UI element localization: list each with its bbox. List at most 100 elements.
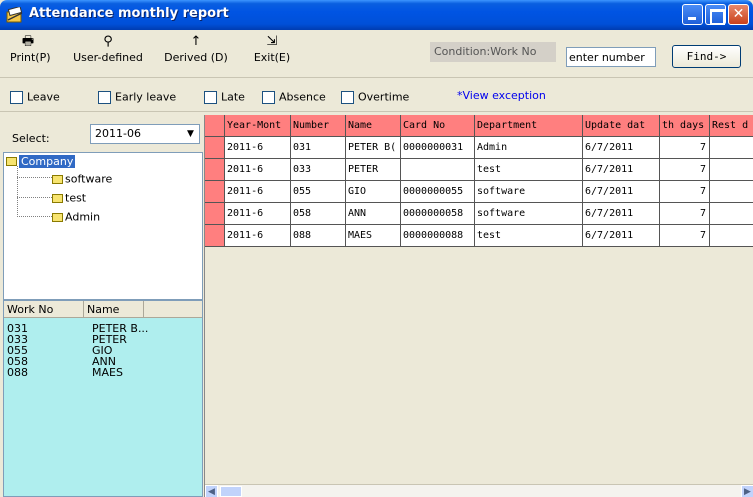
month-select[interactable]: 2011-06 ▼ [90,124,200,144]
checkbox-box[interactable] [341,90,354,104]
grid-cell[interactable]: PETER B( [346,137,401,159]
work-no: 088 [7,366,28,379]
checkbox-box[interactable] [262,90,275,104]
grid-cell[interactable]: 6/7/2011 [583,225,660,247]
grid-cell[interactable]: 2011-6 [225,181,291,203]
minimize-button[interactable] [682,4,703,25]
grid-cell[interactable]: 2011-6 [225,137,291,159]
scroll-right-icon[interactable]: ▶ [741,485,753,497]
chevron-down-icon[interactable]: ▼ [182,125,199,143]
work-no-search-input[interactable] [566,47,656,67]
filter-bar: Leave Early leave Late Absence Overtime … [0,79,753,112]
tree-node-label: test [65,191,87,205]
grid-cell[interactable]: GIO [346,181,401,203]
grid-cell[interactable]: 7 [660,225,710,247]
grid-cell[interactable]: 7 [660,203,710,225]
view-exception-link[interactable]: *View exception [457,89,546,102]
grid-cell[interactable]: 7 [660,159,710,181]
column-header-work-no[interactable]: Work No [4,301,84,318]
grid-cell[interactable]: 0000000031 [401,137,475,159]
grid-cell[interactable]: PETER [346,159,401,181]
tree-node-label: Admin [65,210,101,224]
tree-node-admin[interactable]: Admin [52,210,100,224]
absence-checkbox[interactable]: Absence [262,90,326,104]
row-indicator[interactable] [205,159,225,181]
grid-column-header[interactable]: Rest d [710,115,753,137]
grid-cell[interactable]: 2011-6 [225,203,291,225]
column-header-name[interactable]: Name [84,301,144,318]
print-label: Print(P) [10,51,51,64]
grid-cell[interactable]: 7 [660,137,710,159]
grid-cell[interactable] [710,137,753,159]
grid-cell[interactable]: 7 [660,181,710,203]
grid-cell[interactable]: 055 [291,181,346,203]
grid-column-header[interactable]: Number [291,115,346,137]
grid-cell[interactable]: ANN [346,203,401,225]
checkbox-box[interactable] [204,90,217,104]
grid-cell[interactable] [710,159,753,181]
grid-cell[interactable]: test [475,159,583,181]
leave-checkbox[interactable]: Leave [10,90,60,104]
horizontal-scrollbar[interactable]: ◀ ▶ [205,484,753,497]
grid-cell[interactable]: 6/7/2011 [583,137,660,159]
derived-button[interactable]: ↑ Derived (D) [160,33,232,65]
user-defined-label: User-defined [73,51,143,64]
exit-button[interactable]: ⇲ Exit(E) [249,33,295,65]
grid-cell[interactable]: 6/7/2011 [583,181,660,203]
tree-node-software[interactable]: software [52,172,112,186]
user-defined-button[interactable]: ⚲ User-defined [56,33,160,65]
print-button[interactable]: 🖶 Print(P) [10,33,51,65]
grid-cell[interactable] [710,203,753,225]
grid-cell[interactable]: 033 [291,159,346,181]
grid-cell[interactable] [401,159,475,181]
tree-node-company[interactable]: Company [6,154,76,168]
grid-cell[interactable]: 031 [291,137,346,159]
grid-cell[interactable]: 6/7/2011 [583,203,660,225]
grid-column-header[interactable]: Update dat [583,115,660,137]
title-bar: Attendance monthly report ✕ [0,0,753,30]
row-indicator[interactable] [205,181,225,203]
grid-cell[interactable]: 6/7/2011 [583,159,660,181]
grid-column-header[interactable]: Department [475,115,583,137]
grid-cell[interactable]: 0000000088 [401,225,475,247]
grid-cell[interactable]: Admin [475,137,583,159]
grid-column-header[interactable]: Name [346,115,401,137]
arrow-up-icon: ↑ [190,34,202,49]
grid-column-header[interactable]: Card No [401,115,475,137]
scroll-left-icon[interactable]: ◀ [205,485,218,497]
grid-column-header[interactable]: Year-Mont [225,115,291,137]
app-icon [6,7,23,23]
printer-icon: 🖶 [21,34,35,49]
grid-cell[interactable]: software [475,181,583,203]
tree-node-test[interactable]: test [52,191,86,205]
grid-cell[interactable]: 2011-6 [225,225,291,247]
find-button[interactable]: Find-> [672,45,741,68]
grid-column-header[interactable]: th days [660,115,710,137]
absence-label: Absence [279,90,326,104]
row-indicator[interactable] [205,203,225,225]
early-leave-label: Early leave [115,90,177,104]
checkbox-box[interactable] [10,90,23,104]
grid-cell[interactable]: 0000000058 [401,203,475,225]
row-indicator[interactable] [205,137,225,159]
grid-cell[interactable] [710,181,753,203]
maximize-button[interactable] [705,4,726,25]
grid-cell[interactable]: 0000000055 [401,181,475,203]
overtime-checkbox[interactable]: Overtime [341,90,409,104]
grid-cell[interactable]: 2011-6 [225,159,291,181]
derived-label: Derived (D) [164,51,228,64]
grid-cell[interactable] [710,225,753,247]
grid-cell[interactable]: test [475,225,583,247]
early-leave-checkbox[interactable]: Early leave [98,90,176,104]
grid-cell[interactable]: MAES [346,225,401,247]
department-tree: Company software test Admin [3,152,203,300]
grid-cell[interactable]: 058 [291,203,346,225]
exit-door-icon: ⇲ [266,34,278,49]
scrollbar-thumb[interactable] [220,486,242,497]
grid-cell[interactable]: 088 [291,225,346,247]
late-checkbox[interactable]: Late [204,90,245,104]
grid-cell[interactable]: software [475,203,583,225]
checkbox-box[interactable] [98,90,111,104]
row-indicator[interactable] [205,225,225,247]
close-button[interactable]: ✕ [728,4,749,25]
